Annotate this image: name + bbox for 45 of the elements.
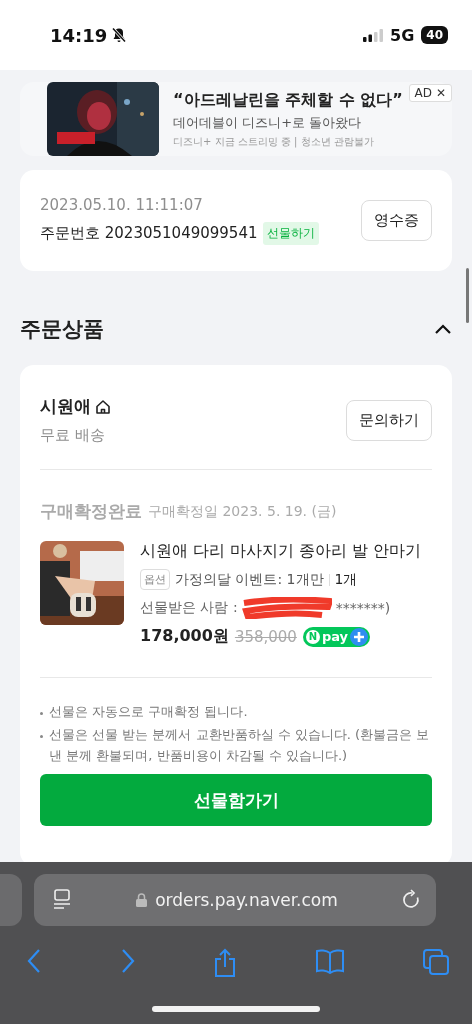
ad-banner[interactable]: “아드레날린을 주체할 수 없다” 데어데블이 디즈니+로 돌아왔다 디즈니+ 지금 스트리밍 중 | 청소년 관람불가 AD ✕ xyxy=(20,82,452,156)
order-datetime: 2023.05.10. 11:11:07 xyxy=(40,196,204,214)
chevron-up-icon[interactable] xyxy=(434,323,452,335)
section-title: 주문상품 xyxy=(20,316,104,343)
share-icon[interactable] xyxy=(213,948,237,978)
signal-icon xyxy=(363,28,384,42)
ad-headline: “아드레날린을 주체할 수 없다” xyxy=(173,89,403,111)
option-tag: 옵션 xyxy=(140,569,170,590)
lock-icon xyxy=(136,893,148,907)
product-title[interactable]: 시원애 다리 마사지기 종아리 발 안마기 xyxy=(140,541,422,562)
price: 178,000원 xyxy=(140,626,229,647)
option-text: 가정의달 이벤트: 1개만 xyxy=(175,570,324,589)
url-text: orders.pay.naver.com xyxy=(155,890,338,910)
receipt-button[interactable]: 영수증 xyxy=(361,200,432,241)
reload-icon[interactable] xyxy=(402,889,422,911)
original-price: 358,000 xyxy=(234,627,297,646)
ad-subline: 데어데블이 디즈니+로 돌아왔다 xyxy=(173,113,363,132)
confirm-date: 구매확정일 2023. 5. 19. (금) xyxy=(148,502,337,521)
scrollbar xyxy=(466,268,469,323)
npay-plus-badge: N pay xyxy=(302,626,371,647)
time: 14:19 xyxy=(50,24,108,46)
ad-label: AD xyxy=(414,86,432,100)
forward-icon[interactable] xyxy=(119,948,136,974)
quantity: 1개 xyxy=(334,570,358,589)
network-label: 5G xyxy=(390,25,415,45)
notice-text: 선물은 자동으로 구매확정 됩니다. xyxy=(49,703,248,721)
order-number: 주문번호 2023051049099541 xyxy=(40,224,258,243)
tabs-icon[interactable] xyxy=(422,948,450,976)
reader-icon[interactable] xyxy=(52,889,72,911)
shipping-info: 무료 배송 xyxy=(40,426,106,445)
recipient-masked: *******) xyxy=(335,600,391,616)
back-icon[interactable] xyxy=(26,948,42,974)
gift-tag: 선물하기 xyxy=(263,222,320,245)
close-button[interactable]: ✕ xyxy=(436,86,446,100)
purchase-status: 구매확정완료 xyxy=(40,500,142,523)
recipient-label: 선물받은 사람 : xyxy=(140,599,238,617)
seller-name: 시원애 xyxy=(40,395,91,418)
address-bar[interactable]: orders.pay.naver.com xyxy=(34,874,436,926)
battery-indicator: 40 xyxy=(421,26,448,44)
home-icon xyxy=(95,398,111,415)
ad-note: 디즈니+ 지금 스트리밍 중 | 청소년 관람불가 xyxy=(173,134,375,149)
bell-slash-icon xyxy=(111,27,128,43)
inquiry-button[interactable]: 문의하기 xyxy=(346,399,432,441)
bookmarks-icon[interactable] xyxy=(314,948,345,974)
notice-text: 선물은 선물 받는 분께서 교환반품하실 수 있습니다. (환불금은 보낸 분께 환불되며, 반품비용이 차감될 수 있습니다.) xyxy=(49,725,431,765)
